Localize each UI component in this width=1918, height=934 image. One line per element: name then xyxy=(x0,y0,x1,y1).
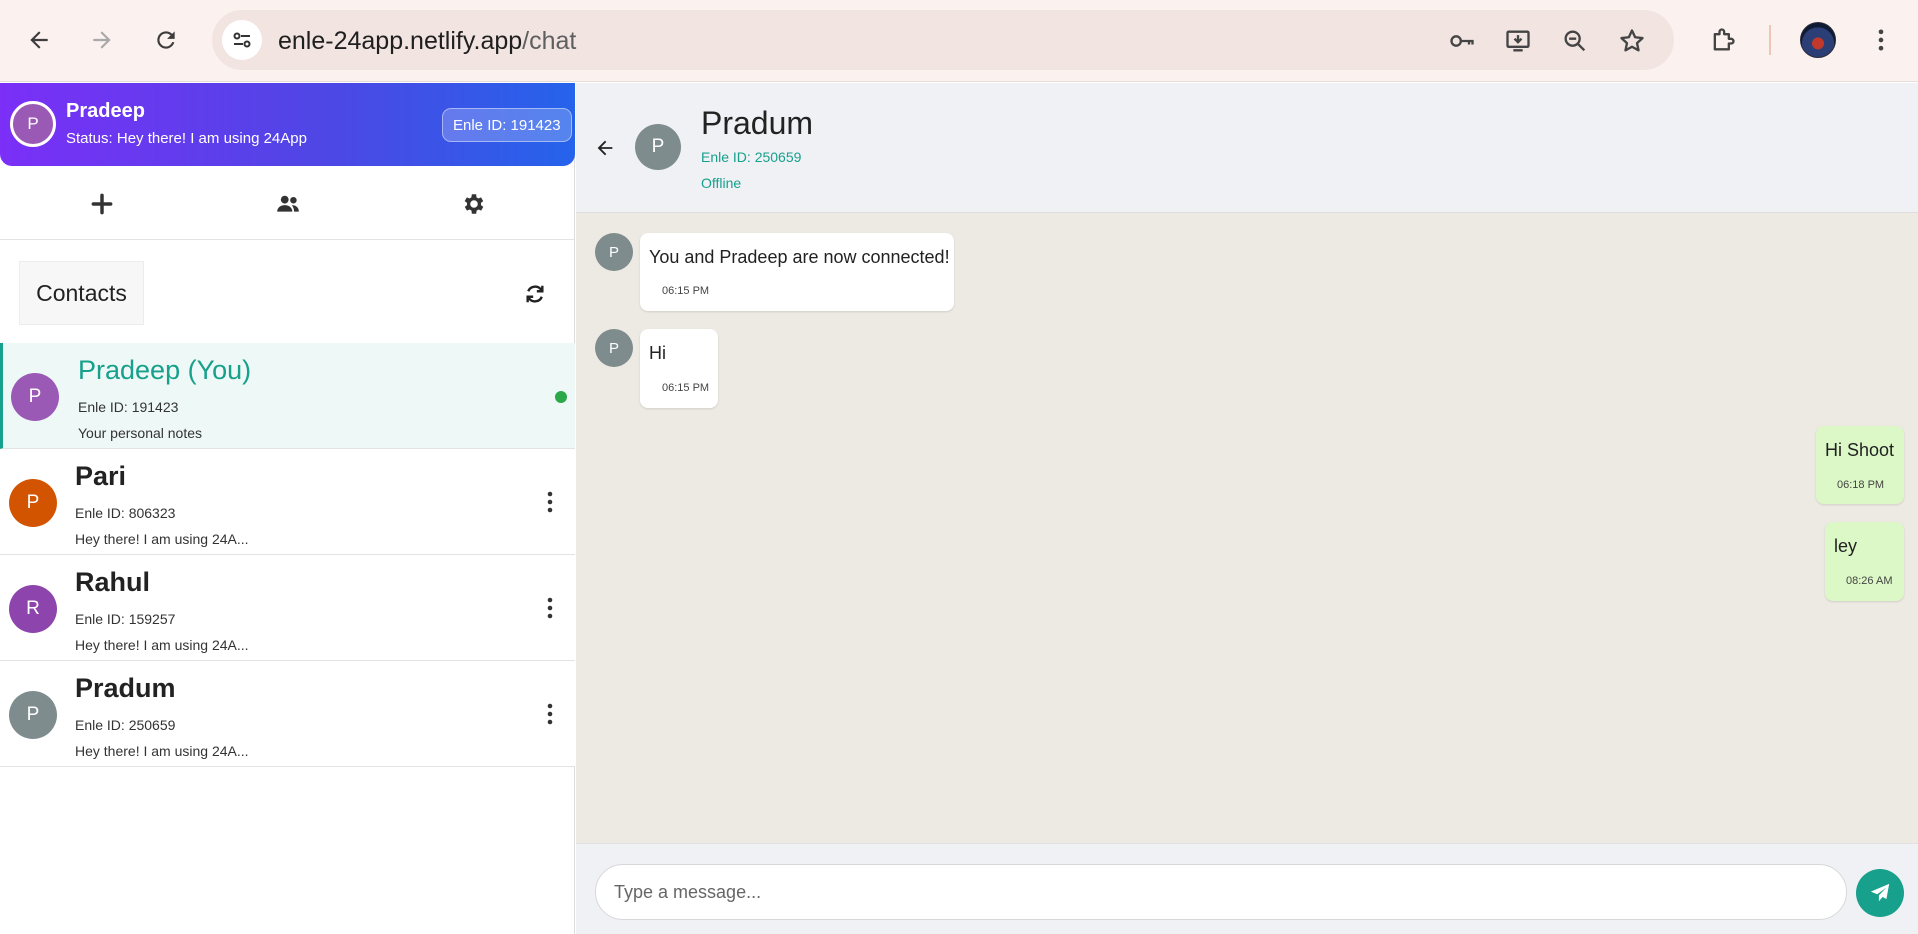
forward-arrow-icon xyxy=(93,31,111,49)
message-time: 06:18 PM xyxy=(1837,479,1885,491)
browser-toolbar: enle-24app.netlify.app/chat xyxy=(0,0,1918,82)
user-profile-header: P Pradeep Status: Hey there! I am using … xyxy=(0,83,575,166)
refresh-contacts-button[interactable] xyxy=(522,281,548,307)
kebab-menu-icon xyxy=(547,597,553,619)
contacts-heading: Contacts xyxy=(19,261,144,325)
contact-id: Enle ID: 806323 xyxy=(75,505,176,521)
contact-id: Enle ID: 191423 xyxy=(78,399,179,415)
peer-name: Pradum xyxy=(701,105,814,141)
contact-name: Pradeep (You) xyxy=(78,355,252,385)
chat-back-button[interactable] xyxy=(592,135,618,161)
message-avatar: P xyxy=(595,233,633,271)
message-bubble: Hi 06:15 PM xyxy=(640,329,718,408)
contact-name: Rahul xyxy=(75,567,151,597)
gear-icon xyxy=(464,194,484,214)
key-icon xyxy=(1450,35,1474,47)
contact-preview: Your personal notes xyxy=(78,425,203,441)
url-path: /chat xyxy=(522,27,577,55)
contact-item[interactable]: P Pari Enle ID: 806323 Hey there! I am u… xyxy=(0,449,575,555)
extensions-button[interactable] xyxy=(1703,20,1743,60)
message-time: 06:15 PM xyxy=(662,382,710,394)
contact-preview: Hey there! I am using 24A... xyxy=(75,743,249,759)
sidebar-toolbar xyxy=(0,166,575,240)
reload-icon xyxy=(157,31,175,49)
profile-avatar[interactable] xyxy=(1800,22,1836,58)
install-app-icon xyxy=(1506,30,1530,52)
contact-item[interactable]: P Pradum Enle ID: 250659 Hey there! I am… xyxy=(0,661,575,767)
peer-id: Enle ID: 250659 xyxy=(701,149,802,165)
contact-list: P Pradeep (You) Enle ID: 191423 Your per… xyxy=(0,343,575,767)
user-avatar[interactable]: P xyxy=(10,101,56,147)
message-text: You and Pradeep are now connected! xyxy=(649,247,950,267)
address-bar[interactable]: enle-24app.netlify.app/chat xyxy=(212,10,1674,70)
contact-name: Pradum xyxy=(75,673,176,703)
contact-name: Pari xyxy=(75,461,127,491)
back-arrow-icon xyxy=(597,140,613,156)
message-text: Hi xyxy=(649,343,666,363)
contact-item[interactable]: R Rahul Enle ID: 159257 Hey there! I am … xyxy=(0,555,575,661)
user-status: Status: Hey there! I am using 24App xyxy=(66,130,307,147)
sidebar: P Pradeep Status: Hey there! I am using … xyxy=(0,83,575,934)
browser-forward-button[interactable] xyxy=(82,20,122,60)
message-bubble: You and Pradeep are now connected! 06:15… xyxy=(640,233,954,311)
message-bubble: Hi Shoot 06:18 PM xyxy=(1816,426,1904,504)
contact-id: Enle ID: 250659 xyxy=(75,717,176,733)
contact-menu-button[interactable] xyxy=(540,699,560,729)
bookmark-button[interactable] xyxy=(1616,25,1648,57)
message-avatar: P xyxy=(595,329,633,367)
contact-preview: Hey there! I am using 24A... xyxy=(75,637,249,653)
browser-back-button[interactable] xyxy=(19,20,59,60)
zoom-icon xyxy=(1564,30,1586,52)
contact-avatar: P xyxy=(9,691,57,739)
peer-status: Offline xyxy=(701,175,742,191)
message-text: ley xyxy=(1834,536,1858,556)
refresh-icon xyxy=(526,285,544,303)
message-time: 08:26 AM xyxy=(1846,575,1893,587)
user-id-badge: Enle ID: 191423 xyxy=(442,108,572,142)
kebab-menu-icon xyxy=(547,491,553,513)
peer-avatar: P xyxy=(635,124,681,170)
contact-menu-button[interactable] xyxy=(540,593,560,623)
contact-id: Enle ID: 159257 xyxy=(75,611,176,627)
browser-reload-button[interactable] xyxy=(146,20,186,60)
message-time: 06:15 PM xyxy=(662,285,710,297)
plus-icon xyxy=(91,193,113,215)
users-icon xyxy=(277,195,299,212)
site-settings-icon xyxy=(233,32,251,48)
extensions-icon xyxy=(1713,28,1735,51)
kebab-menu-icon xyxy=(547,703,553,725)
send-button[interactable] xyxy=(1856,869,1904,917)
contact-avatar: R xyxy=(9,585,57,633)
chat-panel: P Pradum Enle ID: 250659 Offline P You a… xyxy=(576,83,1918,934)
url-text: enle-24app.netlify.app/chat xyxy=(278,27,576,56)
online-indicator xyxy=(555,391,567,403)
contact-menu-button[interactable] xyxy=(540,487,560,517)
message-input[interactable] xyxy=(595,864,1847,920)
settings-button[interactable] xyxy=(456,186,492,222)
browser-menu-button[interactable] xyxy=(1861,20,1901,60)
user-name: Pradeep xyxy=(66,100,145,122)
contact-item[interactable]: P Pradeep (You) Enle ID: 191423 Your per… xyxy=(0,343,575,449)
contact-preview: Hey there! I am using 24A... xyxy=(75,531,249,547)
groups-button[interactable] xyxy=(270,186,306,222)
star-icon xyxy=(1620,29,1644,52)
password-manager-button[interactable] xyxy=(1446,25,1478,57)
toolbar-divider xyxy=(1769,25,1771,55)
back-arrow-icon xyxy=(30,31,48,49)
chat-header: P Pradum Enle ID: 250659 Offline xyxy=(576,83,1918,213)
zoom-button[interactable] xyxy=(1559,25,1591,57)
contact-avatar: P xyxy=(9,479,57,527)
message-composer xyxy=(576,843,1918,934)
url-host: enle-24app.netlify.app xyxy=(278,27,523,55)
message-text: Hi Shoot xyxy=(1825,440,1895,460)
contact-avatar: P xyxy=(11,373,59,421)
install-app-button[interactable] xyxy=(1502,25,1534,57)
more-vertical-icon xyxy=(1878,29,1884,51)
site-info-button[interactable] xyxy=(222,20,262,60)
send-icon xyxy=(1870,883,1890,902)
add-contact-button[interactable] xyxy=(84,186,120,222)
message-bubble: ley 08:26 AM xyxy=(1825,522,1904,601)
